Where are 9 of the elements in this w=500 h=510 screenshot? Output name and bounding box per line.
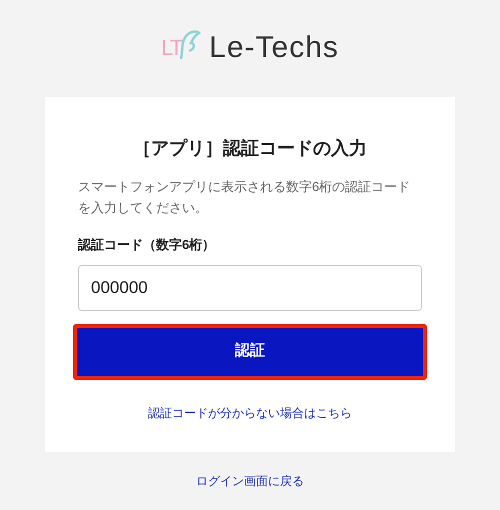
logo-mark: LT (161, 27, 202, 67)
field-label: 認証コード（数字6桁） (78, 236, 216, 254)
page-title: ［アプリ］認証コードの入力 (133, 137, 367, 160)
help-link[interactable]: 認証コードが分からない場合はこちら (148, 404, 352, 422)
brand-name: Le-Techs (209, 30, 339, 66)
code-input[interactable]: 000000 (78, 264, 422, 310)
back-link[interactable]: ログイン画面に戻る (196, 472, 304, 490)
verify-button[interactable]: 認証 (73, 324, 427, 380)
description: スマートフォンアプリに表示される数字6桁の認証コードを入力してください。 (78, 178, 412, 217)
